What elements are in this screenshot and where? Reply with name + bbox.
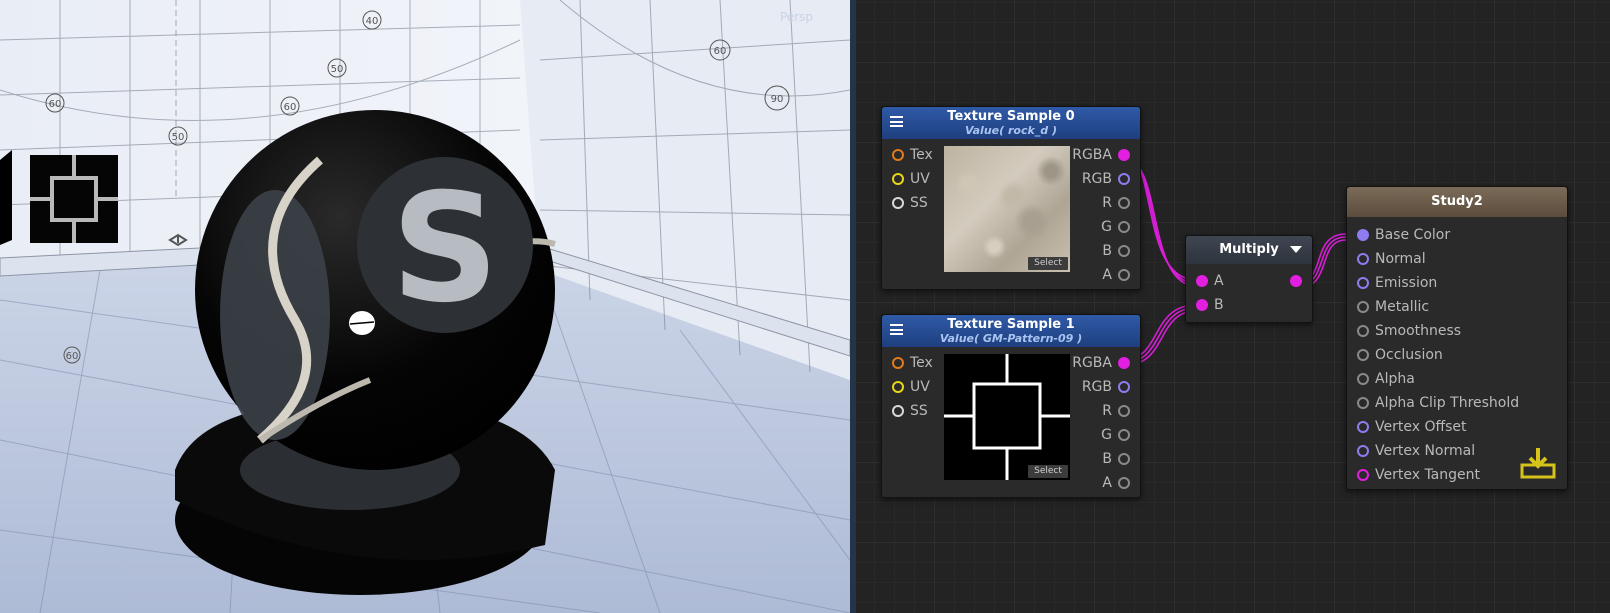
port-socket-icon[interactable]	[1118, 245, 1130, 257]
port-socket-icon[interactable]	[1290, 275, 1302, 287]
node-header[interactable]: Texture Sample 1 Value( GM-Pattern-09 )	[882, 315, 1140, 347]
port-socket-icon[interactable]	[1118, 453, 1130, 465]
port-socket-icon[interactable]	[1357, 349, 1369, 361]
input-port-ss[interactable]: SS	[892, 402, 928, 420]
material-preview-sphere: S	[175, 110, 556, 595]
input-port-metallic[interactable]: Metallic	[1357, 298, 1429, 316]
input-port-a[interactable]: A	[1196, 272, 1224, 290]
port-socket-icon[interactable]	[1357, 325, 1369, 337]
port-socket-icon[interactable]	[1118, 221, 1130, 233]
port-socket-icon[interactable]	[1357, 277, 1369, 289]
port-socket-icon[interactable]	[1196, 299, 1208, 311]
port-socket-icon[interactable]	[1118, 197, 1130, 209]
input-port-base-color[interactable]: Base Color	[1357, 226, 1450, 244]
output-port-r[interactable]: R	[1102, 194, 1130, 212]
port-socket-icon[interactable]	[1118, 381, 1130, 393]
input-port-ss[interactable]: SS	[892, 194, 928, 212]
texture-preview-pattern: Select	[944, 354, 1070, 480]
scene-viewport[interactable]: 60 50 60 50 40 60 90 60 S Persp	[0, 0, 850, 613]
input-port-alpha[interactable]: Alpha	[1357, 370, 1415, 388]
port-socket-icon[interactable]	[1118, 405, 1130, 417]
port-socket-icon[interactable]	[1357, 253, 1369, 265]
texture-sample-0-node[interactable]: Texture Sample 0 Value( rock_d ) Tex UV …	[881, 106, 1141, 290]
svg-text:90: 90	[771, 94, 784, 105]
input-port-tex[interactable]: Tex	[892, 354, 933, 372]
svg-text:60: 60	[284, 102, 297, 113]
port-socket-icon[interactable]	[1357, 445, 1369, 457]
port-socket-icon[interactable]	[1357, 397, 1369, 409]
port-socket-icon[interactable]	[1357, 421, 1369, 433]
port-socket-icon[interactable]	[892, 405, 904, 417]
node-title: Texture Sample 0	[947, 109, 1075, 124]
chevron-down-icon[interactable]	[1290, 246, 1302, 253]
svg-text:60: 60	[66, 351, 79, 362]
port-socket-icon[interactable]	[1118, 429, 1130, 441]
port-socket-icon[interactable]	[1118, 149, 1130, 161]
node-header[interactable]: Multiply	[1186, 236, 1312, 264]
output-port-b[interactable]: B	[1102, 242, 1130, 260]
port-socket-icon[interactable]	[892, 173, 904, 185]
svg-text:S: S	[391, 162, 499, 336]
port-socket-icon[interactable]	[892, 197, 904, 209]
node-subtitle: Value( GM-Pattern-09 )	[939, 332, 1083, 345]
node-menu-icon[interactable]	[890, 324, 903, 335]
input-port-occlusion[interactable]: Occlusion	[1357, 346, 1443, 364]
camera-label: Persp	[780, 10, 813, 24]
input-port-emission[interactable]: Emission	[1357, 274, 1437, 292]
port-socket-icon[interactable]	[1357, 301, 1369, 313]
output-port-r[interactable]: R	[1102, 402, 1130, 420]
multiply-node[interactable]: Multiply A B	[1185, 235, 1313, 323]
port-socket-icon[interactable]	[1357, 373, 1369, 385]
node-graph-canvas[interactable]: Texture Sample 0 Value( rock_d ) Tex UV …	[856, 0, 1610, 613]
node-header[interactable]: Study2	[1347, 187, 1567, 217]
texture-select-button[interactable]: Select	[1028, 465, 1068, 478]
input-port-uv[interactable]: UV	[892, 170, 930, 188]
port-socket-icon[interactable]	[892, 381, 904, 393]
input-port-vertex-normal[interactable]: Vertex Normal	[1357, 442, 1475, 460]
input-port-uv[interactable]: UV	[892, 378, 930, 396]
texture-sample-1-node[interactable]: Texture Sample 1 Value( GM-Pattern-09 ) …	[881, 314, 1141, 498]
svg-text:40: 40	[366, 16, 379, 27]
port-socket-icon[interactable]	[1357, 229, 1369, 241]
port-socket-icon[interactable]	[1118, 477, 1130, 489]
node-title: Study2	[1431, 194, 1483, 209]
port-socket-icon[interactable]	[1118, 269, 1130, 281]
port-socket-icon[interactable]	[1357, 469, 1369, 481]
output-port-rgba[interactable]: RGBA	[1072, 146, 1130, 164]
scene-render: 60 50 60 50 40 60 90 60 S	[0, 0, 850, 613]
output-port-rgba[interactable]: RGBA	[1072, 354, 1130, 372]
node-subtitle: Value( rock_d )	[964, 124, 1058, 137]
port-socket-icon[interactable]	[1196, 275, 1208, 287]
svg-text:60: 60	[714, 46, 727, 57]
output-port-rgb[interactable]: RGB	[1082, 378, 1130, 396]
port-socket-icon[interactable]	[1118, 173, 1130, 185]
svg-text:50: 50	[331, 64, 344, 75]
port-socket-icon[interactable]	[1118, 357, 1130, 369]
node-menu-icon[interactable]	[890, 116, 903, 127]
port-socket-icon[interactable]	[892, 149, 904, 161]
svg-text:50: 50	[172, 132, 185, 143]
output-port-a[interactable]: A	[1102, 474, 1130, 492]
input-port-normal[interactable]: Normal	[1357, 250, 1426, 268]
svg-text:60: 60	[49, 99, 62, 110]
output-port-g[interactable]: G	[1101, 426, 1130, 444]
output-port-a[interactable]: A	[1102, 266, 1130, 284]
texture-select-button[interactable]: Select	[1028, 257, 1068, 270]
save-shader-icon[interactable]	[1520, 445, 1556, 481]
input-port-alpha-clip-threshold[interactable]: Alpha Clip Threshold	[1357, 394, 1519, 412]
input-port-smoothness[interactable]: Smoothness	[1357, 322, 1461, 340]
output-port-rgb[interactable]: RGB	[1082, 170, 1130, 188]
input-port-tex[interactable]: Tex	[892, 146, 933, 164]
output-port-g[interactable]: G	[1101, 218, 1130, 236]
node-title: Texture Sample 1	[947, 317, 1075, 332]
node-header[interactable]: Texture Sample 0 Value( rock_d )	[882, 107, 1140, 139]
output-port-b[interactable]: B	[1102, 450, 1130, 468]
texture-preview-rock: Select	[944, 146, 1070, 272]
port-socket-icon[interactable]	[892, 357, 904, 369]
input-port-b[interactable]: B	[1196, 296, 1224, 314]
input-port-vertex-offset[interactable]: Vertex Offset	[1357, 418, 1467, 436]
input-port-vertex-tangent[interactable]: Vertex Tangent	[1357, 466, 1480, 484]
